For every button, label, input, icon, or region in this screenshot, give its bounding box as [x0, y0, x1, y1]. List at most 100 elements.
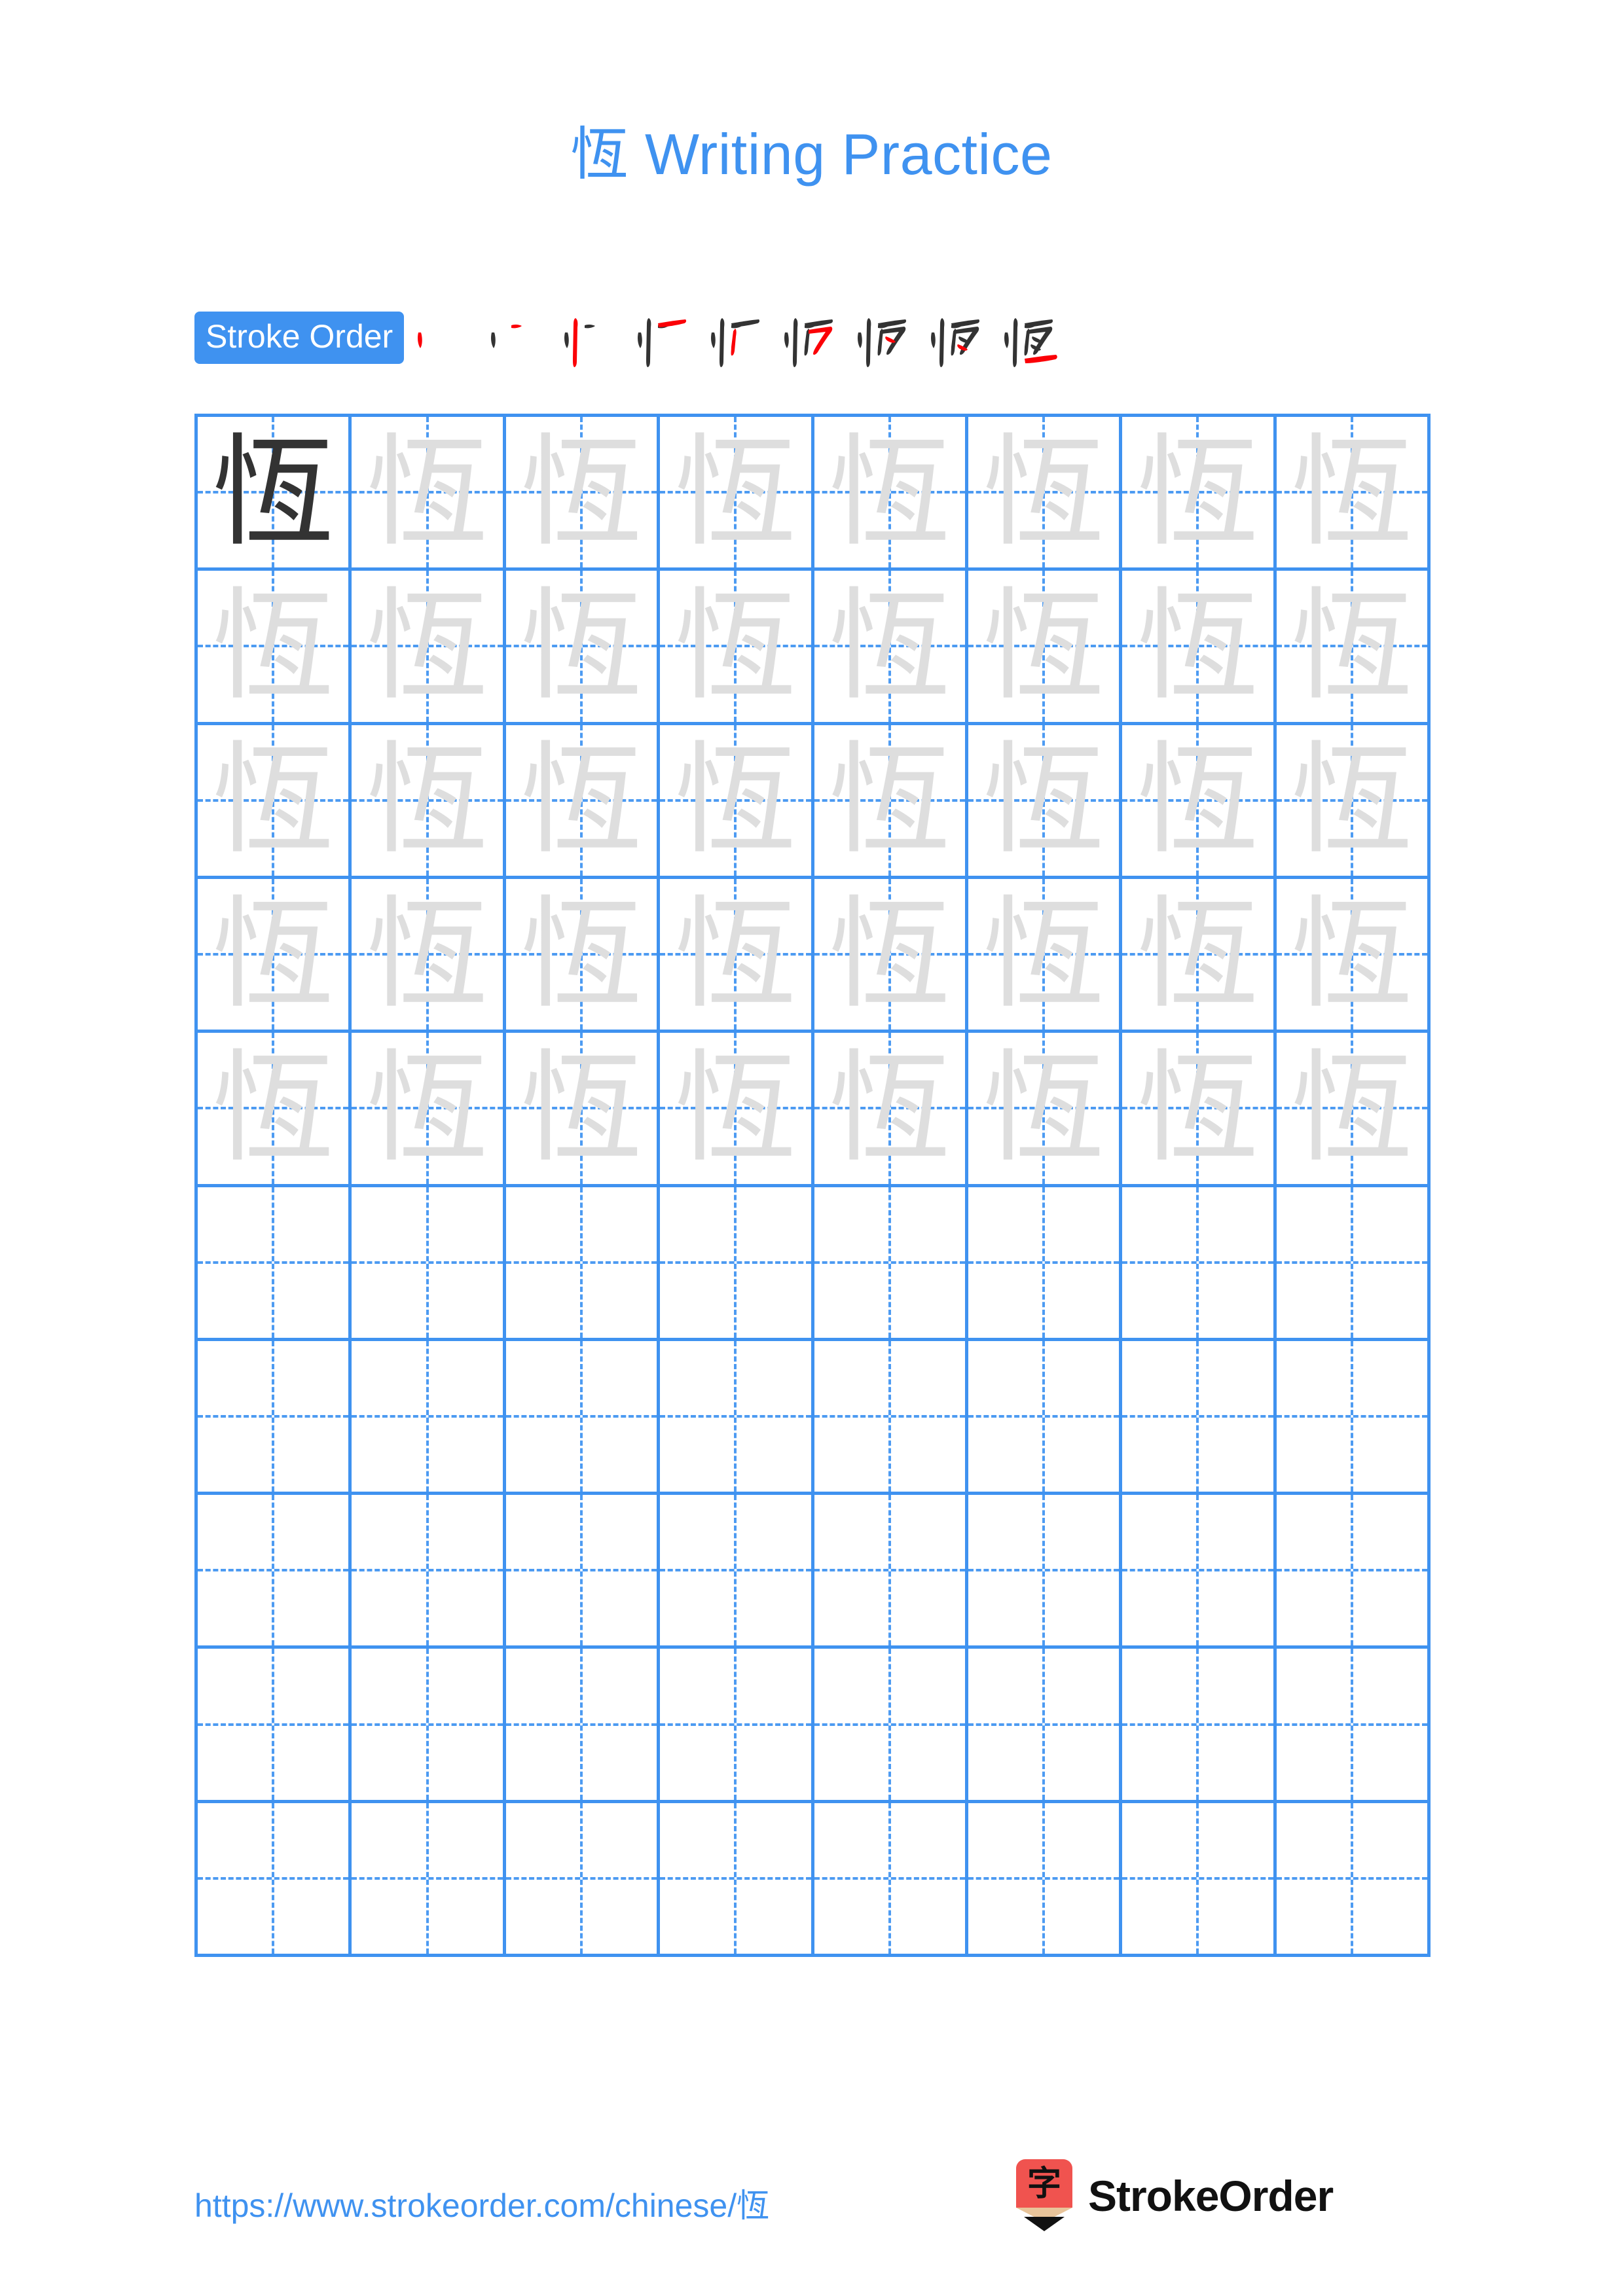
practice-cell-r7-c7[interactable] — [1122, 1340, 1277, 1496]
practice-cell-r3-c8[interactable]: 恆 — [1276, 725, 1431, 879]
practice-cell-r2-c4[interactable]: 恆 — [660, 571, 814, 725]
practice-cell-r10-c7[interactable] — [1122, 1803, 1277, 1957]
practice-cell-r5-c5[interactable]: 恆 — [814, 1033, 968, 1187]
practice-cell-r3-c6[interactable]: 恆 — [968, 725, 1123, 879]
practice-cell-r4-c4[interactable]: 恆 — [660, 878, 814, 1033]
stroke-done-1 — [711, 332, 716, 348]
practice-cell-r9-c3[interactable] — [505, 1649, 661, 1803]
practice-cell-r5-c7[interactable]: 恆 — [1122, 1033, 1277, 1187]
practice-cell-r6-c2[interactable] — [352, 1187, 506, 1341]
practice-cell-r10-c3[interactable] — [505, 1803, 661, 1957]
stroke-done-1 — [564, 332, 569, 348]
practice-cell-r1-c8[interactable]: 恆 — [1276, 417, 1431, 571]
practice-cell-r8-c8[interactable] — [1276, 1495, 1431, 1649]
practice-cell-r9-c8[interactable] — [1276, 1649, 1431, 1803]
practice-cell-r7-c1[interactable] — [198, 1340, 352, 1496]
practice-cell-r1-c6[interactable]: 恆 — [968, 417, 1123, 571]
practice-cell-r3-c4[interactable]: 恆 — [660, 725, 814, 879]
practice-cell-r6-c5[interactable] — [814, 1187, 968, 1341]
footer-url[interactable]: https://www.strokeorder.com/chinese/恆 — [194, 2179, 769, 2227]
practice-cell-r6-c6[interactable] — [968, 1187, 1123, 1341]
stroke-done-1 — [858, 332, 862, 348]
practice-cell-r2-c6[interactable]: 恆 — [968, 571, 1123, 725]
practice-cell-r3-c3[interactable]: 恆 — [505, 725, 661, 879]
practice-cell-r8-c1[interactable] — [198, 1495, 352, 1649]
practice-cell-r7-c3[interactable] — [505, 1340, 661, 1496]
practice-cell-r10-c5[interactable] — [814, 1803, 968, 1957]
practice-cell-r6-c1[interactable] — [198, 1187, 352, 1341]
practice-cell-r4-c3[interactable]: 恆 — [505, 878, 661, 1033]
practice-cell-r5-c2[interactable]: 恆 — [352, 1033, 506, 1187]
practice-cell-r4-c6[interactable]: 恆 — [968, 878, 1123, 1033]
practice-cell-r1-c3[interactable]: 恆 — [505, 417, 661, 571]
practice-cell-r5-c4[interactable]: 恆 — [660, 1033, 814, 1187]
practice-character: 恆 — [212, 421, 334, 563]
practice-cell-r1-c4[interactable]: 恆 — [660, 417, 814, 571]
practice-cell-r8-c6[interactable] — [968, 1495, 1123, 1649]
practice-character: 恆 — [1137, 421, 1258, 563]
practice-cell-r1-c7[interactable]: 恆 — [1122, 417, 1277, 571]
practice-cell-r4-c1[interactable]: 恆 — [198, 878, 352, 1033]
practice-cell-r3-c1[interactable]: 恆 — [198, 725, 352, 879]
stroke-step-1 — [404, 304, 477, 372]
practice-cell-r9-c7[interactable] — [1122, 1649, 1277, 1803]
practice-cell-r3-c5[interactable]: 恆 — [814, 725, 968, 879]
practice-cell-r9-c5[interactable] — [814, 1649, 968, 1803]
practice-cell-r8-c3[interactable] — [505, 1495, 661, 1649]
practice-cell-r8-c2[interactable] — [352, 1495, 506, 1649]
practice-character: 恆 — [674, 883, 796, 1025]
practice-cell-r5-c6[interactable]: 恆 — [968, 1033, 1123, 1187]
practice-cell-r10-c2[interactable] — [352, 1803, 506, 1957]
practice-cell-r5-c1[interactable]: 恆 — [198, 1033, 352, 1187]
stroke-done-1 — [931, 332, 936, 348]
practice-character: 恆 — [1291, 421, 1413, 563]
practice-cell-r8-c7[interactable] — [1122, 1495, 1277, 1649]
practice-cell-r1-c5[interactable]: 恆 — [814, 417, 968, 571]
practice-cell-r6-c4[interactable] — [660, 1187, 814, 1341]
practice-cell-r4-c7[interactable]: 恆 — [1122, 878, 1277, 1033]
stroke-done-3 — [646, 318, 651, 367]
practice-cell-r9-c6[interactable] — [968, 1649, 1123, 1803]
stroke-done-2 — [585, 324, 596, 329]
stroke-done-3 — [793, 318, 798, 367]
practice-cell-r7-c4[interactable] — [660, 1340, 814, 1496]
practice-character: 恆 — [520, 575, 642, 717]
practice-cell-r1-c1[interactable]: 恆 — [198, 417, 352, 571]
practice-character: 恆 — [983, 575, 1104, 717]
practice-cell-r4-c8[interactable]: 恆 — [1276, 878, 1431, 1033]
practice-cell-r10-c6[interactable] — [968, 1803, 1123, 1957]
practice-cell-r2-c3[interactable]: 恆 — [505, 571, 661, 725]
practice-character: 恆 — [983, 883, 1104, 1025]
practice-cell-r10-c4[interactable] — [660, 1803, 814, 1957]
practice-cell-r2-c1[interactable]: 恆 — [198, 571, 352, 725]
practice-cell-r6-c7[interactable] — [1122, 1187, 1277, 1341]
practice-cell-r10-c1[interactable] — [198, 1803, 352, 1957]
practice-cell-r6-c8[interactable] — [1276, 1187, 1431, 1341]
practice-cell-r8-c5[interactable] — [814, 1495, 968, 1649]
practice-cell-r7-c8[interactable] — [1276, 1340, 1431, 1496]
practice-cell-r5-c3[interactable]: 恆 — [505, 1033, 661, 1187]
practice-character: 恆 — [1137, 729, 1258, 871]
practice-cell-r9-c1[interactable] — [198, 1649, 352, 1803]
practice-cell-r7-c2[interactable] — [352, 1340, 506, 1496]
practice-cell-r3-c2[interactable]: 恆 — [352, 725, 506, 879]
practice-cell-r2-c7[interactable]: 恆 — [1122, 571, 1277, 725]
stroke-done-4 — [731, 319, 760, 327]
practice-cell-r5-c8[interactable]: 恆 — [1276, 1033, 1431, 1187]
practice-cell-r3-c7[interactable]: 恆 — [1122, 725, 1277, 879]
practice-cell-r1-c2[interactable]: 恆 — [352, 417, 506, 571]
practice-cell-r4-c2[interactable]: 恆 — [352, 878, 506, 1033]
practice-cell-r6-c3[interactable] — [505, 1187, 661, 1341]
practice-character: 恆 — [829, 883, 951, 1025]
practice-cell-r8-c4[interactable] — [660, 1495, 814, 1649]
practice-cell-r7-c6[interactable] — [968, 1340, 1123, 1496]
practice-cell-r2-c5[interactable]: 恆 — [814, 571, 968, 725]
practice-character: 恆 — [829, 575, 951, 717]
practice-cell-r7-c5[interactable] — [814, 1340, 968, 1496]
practice-cell-r2-c2[interactable]: 恆 — [352, 571, 506, 725]
practice-cell-r2-c8[interactable]: 恆 — [1276, 571, 1431, 725]
practice-cell-r9-c2[interactable] — [352, 1649, 506, 1803]
practice-cell-r9-c4[interactable] — [660, 1649, 814, 1803]
practice-cell-r10-c8[interactable] — [1276, 1803, 1431, 1957]
practice-cell-r4-c5[interactable]: 恆 — [814, 878, 968, 1033]
